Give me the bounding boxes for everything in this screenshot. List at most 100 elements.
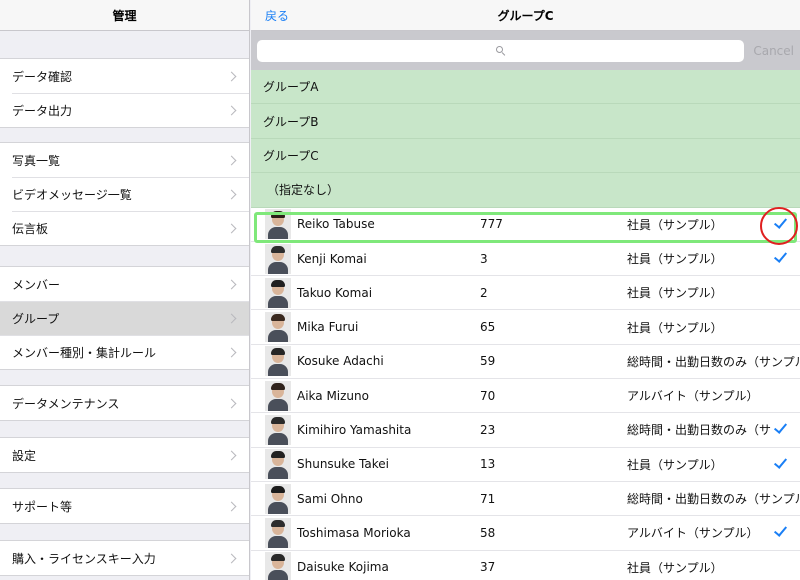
member-name: Kimihiro Yamashita — [297, 422, 412, 437]
detail-navbar: 戻る グループC — [251, 0, 800, 31]
menu-section-gap — [0, 128, 249, 142]
search-input[interactable] — [257, 39, 744, 62]
member-type: 総時間・出勤日数のみ（サンプル — [627, 492, 800, 507]
search-icon — [495, 45, 506, 56]
member-name: Sami Ohno — [297, 491, 363, 506]
menu-item[interactable]: データ出力 — [0, 93, 249, 127]
member-number: 37 — [480, 560, 496, 575]
detail-title: グループC — [497, 8, 554, 23]
back-button[interactable]: 戻る — [265, 0, 289, 31]
member-name: Mika Furui — [297, 320, 359, 335]
menu-item[interactable]: ビデオメッセージ一覧 — [0, 177, 249, 211]
group-row[interactable]: グループC — [251, 138, 800, 174]
member-row[interactable]: Toshimasa Morioka 58 アルバイト（サンプル） — [251, 516, 800, 551]
avatar — [265, 552, 291, 580]
master-title: 管理 — [0, 0, 249, 31]
member-row[interactable]: Kosuke Adachi 59 総時間・出勤日数のみ（サンプル — [251, 345, 800, 380]
search-bar: Cancel — [251, 31, 800, 70]
member-number: 3 — [480, 251, 488, 266]
member-type: 社員（サンプル） — [627, 320, 723, 335]
menu-item[interactable]: 設定 — [0, 438, 249, 472]
menu-item[interactable]: 伝言板 — [0, 211, 249, 245]
member-row[interactable]: Shunsuke Takei 13 社員（サンプル） — [251, 448, 800, 482]
member-type: 総時間・出勤日数のみ（サンプル — [627, 354, 800, 369]
menu-item-label: データ出力 — [12, 103, 73, 118]
avatar — [265, 380, 291, 411]
menu-section-gap — [0, 473, 249, 488]
menu-section: データ確認データ出力 — [0, 58, 249, 128]
member-row[interactable]: Kenji Komai 3 社員（サンプル） — [251, 242, 800, 277]
chevron-right-icon — [226, 450, 237, 460]
member-row[interactable]: Takuo Komai 2 社員（サンプル） — [251, 276, 800, 311]
menu-item-label: 購入・ライセンスキー入力 — [12, 551, 156, 566]
menu-item[interactable]: メンバー — [0, 267, 249, 301]
member-row[interactable]: Reiko Tabuse 777 社員（サンプル） — [251, 208, 800, 242]
menu-section-gap — [0, 524, 249, 540]
menu-section-gap — [0, 370, 249, 385]
member-type: 社員（サンプル） — [627, 286, 723, 301]
cancel-button[interactable]: Cancel — [744, 44, 794, 58]
chevron-right-icon — [226, 105, 237, 115]
menu-section-gap — [0, 31, 249, 58]
menu-item[interactable]: 写真一覧 — [0, 143, 249, 177]
member-row[interactable]: Mika Furui 65 社員（サンプル） — [251, 310, 800, 345]
avatar — [265, 346, 291, 377]
avatar — [265, 243, 291, 274]
member-name: Takuo Komai — [297, 285, 373, 300]
menu-item[interactable]: メンバー種別・集計ルール — [0, 335, 249, 369]
menu-item-label: 設定 — [12, 448, 37, 463]
group-label: グループC — [263, 148, 319, 163]
member-row[interactable]: Aika Mizuno 70 アルバイト（サンプル） — [251, 379, 800, 414]
menu-section: 購入・ライセンスキー入力 — [0, 540, 249, 576]
member-name: Aika Mizuno — [297, 388, 369, 403]
detail-pane: 戻る グループC Cancel グループA グループB グループC （指定なし） Re… — [251, 0, 800, 580]
member-number: 23 — [480, 422, 496, 437]
menu-section: 設定 — [0, 437, 249, 473]
member-number: 777 — [480, 217, 503, 232]
menu-item[interactable]: グループ — [0, 301, 249, 335]
member-number: 70 — [480, 388, 496, 403]
menu-item-label: グループ — [12, 311, 60, 326]
member-name: Kosuke Adachi — [297, 354, 384, 369]
group-row[interactable]: （指定なし） — [251, 173, 800, 208]
member-row[interactable]: Kimihiro Yamashita 23 総時間・出勤日数のみ（サ — [251, 413, 800, 448]
split-view: 管理 データ確認 データ出力 写真一覧 ビデオメッセージ一覧 伝言板 メンバー グループ メン… — [0, 0, 800, 580]
menu-item[interactable]: サポート等 — [0, 489, 249, 523]
menu-item-label: メンバー — [12, 277, 61, 292]
menu-item[interactable]: データ確認 — [0, 59, 249, 93]
avatar — [265, 483, 291, 514]
member-number: 58 — [480, 525, 496, 540]
menu-item-label: ビデオメッセージ一覧 — [12, 187, 132, 202]
group-row[interactable]: グループA — [251, 70, 800, 105]
member-type: アルバイト（サンプル） — [627, 389, 759, 404]
avatar — [265, 277, 291, 308]
avatar — [265, 449, 291, 480]
chevron-right-icon — [226, 223, 237, 233]
chevron-right-icon — [226, 501, 237, 511]
chevron-right-icon — [226, 553, 237, 563]
menu-section-gap — [0, 421, 249, 437]
group-label: （指定なし） — [267, 183, 340, 198]
member-row[interactable]: Daisuke Kojima 37 社員（サンプル） — [251, 551, 800, 580]
menu-item[interactable]: 購入・ライセンスキー入力 — [0, 541, 249, 575]
member-name: Daisuke Kojima — [297, 560, 389, 575]
member-name: Kenji Komai — [297, 251, 367, 266]
chevron-right-icon — [226, 398, 237, 408]
menu-section: サポート等 — [0, 488, 249, 524]
avatar — [265, 414, 291, 445]
member-row[interactable]: Sami Ohno 71 総時間・出勤日数のみ（サンプル — [251, 482, 800, 517]
member-number: 13 — [480, 457, 496, 472]
member-number: 2 — [480, 285, 488, 300]
member-name: Shunsuke Takei — [297, 457, 389, 472]
menu-section: データメンテナンス — [0, 385, 249, 421]
member-name: Reiko Tabuse — [297, 217, 375, 232]
group-row[interactable]: グループB — [251, 104, 800, 139]
menu-item-label: データ確認 — [12, 69, 73, 84]
member-number: 59 — [480, 354, 496, 369]
menu-section: 写真一覧ビデオメッセージ一覧伝言板 — [0, 142, 249, 246]
menu-item-label: サポート等 — [12, 499, 73, 514]
menu-item[interactable]: データメンテナンス — [0, 386, 249, 420]
menu-item-label: データメンテナンス — [12, 396, 120, 411]
menu-section: メンバーグループメンバー種別・集計ルール — [0, 266, 249, 370]
member-number: 71 — [480, 491, 496, 506]
